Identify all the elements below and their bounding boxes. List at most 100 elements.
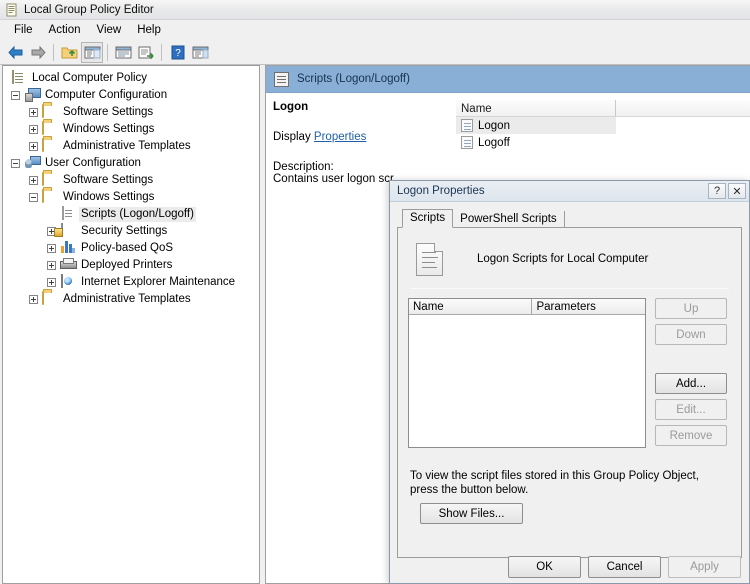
expand-toggle-icon[interactable] xyxy=(47,244,56,253)
console-icon xyxy=(5,3,19,17)
remove-button[interactable]: Remove xyxy=(655,425,727,446)
details-pane-header: Scripts (Logon/Logoff) xyxy=(266,66,750,93)
tree-item-label: Software Settings xyxy=(63,174,154,186)
tree-item-label: Scripts (Logon/Logoff) xyxy=(79,207,196,222)
scripts-tab-panel: Logon Scripts for Local Computer Name Pa… xyxy=(397,228,742,558)
script-icon xyxy=(60,205,76,223)
column-header-blank[interactable] xyxy=(616,100,750,116)
user-icon xyxy=(24,156,40,172)
close-icon[interactable]: ✕ xyxy=(728,183,746,199)
add-button[interactable]: Add... xyxy=(655,373,727,394)
help-button[interactable]: ? xyxy=(166,42,188,63)
up-folder-button[interactable] xyxy=(58,42,80,63)
menu-action[interactable]: Action xyxy=(41,22,89,38)
forward-button[interactable] xyxy=(27,42,49,63)
up-folder-icon xyxy=(61,47,77,58)
menu-view[interactable]: View xyxy=(89,22,130,38)
dialog-titlebar[interactable]: Logon Properties ? ✕ xyxy=(390,181,749,202)
description-label: Description: xyxy=(273,161,334,173)
printer-icon xyxy=(60,258,76,274)
local-group-policy-editor-window: Local Group Policy Editor File Action Vi… xyxy=(0,0,750,584)
script-icon xyxy=(274,71,289,87)
properties-link[interactable]: Properties xyxy=(314,131,366,143)
properties-icon xyxy=(115,46,131,58)
tree-item-label: Software Settings xyxy=(63,106,154,118)
expand-toggle-icon[interactable] xyxy=(29,142,38,151)
column-header-name[interactable]: Name xyxy=(456,100,616,116)
down-button[interactable]: Down xyxy=(655,324,727,345)
tab-powershell-scripts[interactable]: PowerShell Scripts xyxy=(453,211,565,227)
window-title: Local Group Policy Editor xyxy=(24,3,154,16)
script-icon xyxy=(461,119,473,132)
tab-scripts[interactable]: Scripts xyxy=(402,209,454,228)
export-list-button[interactable] xyxy=(135,42,157,63)
list-item-label: Logon xyxy=(478,119,510,132)
list-item[interactable]: Logoff xyxy=(456,134,750,151)
menu-bar: File Action View Help xyxy=(0,20,750,40)
document-script-icon xyxy=(416,242,443,276)
right-arrow-icon xyxy=(31,45,46,59)
ie-icon xyxy=(60,273,76,291)
tree-item-label: Administrative Templates xyxy=(63,293,191,305)
back-button[interactable] xyxy=(4,42,26,63)
collapse-toggle-icon[interactable] xyxy=(29,193,38,202)
edit-button[interactable]: Edit... xyxy=(655,399,727,420)
toolbar-separator-1 xyxy=(53,43,54,61)
folder-icon xyxy=(42,137,58,155)
display-label: Display xyxy=(273,131,311,143)
details-pane-title: Scripts (Logon/Logoff) xyxy=(297,73,410,85)
tree-item-scripts-logon-logoff[interactable]: Scripts (Logon/Logoff) xyxy=(7,205,259,223)
expand-toggle-icon[interactable] xyxy=(47,278,56,287)
tree-item-local-computer-policy[interactable]: Local Computer Policy xyxy=(7,69,259,87)
console-tree-pane[interactable]: Local Computer Policy Computer Configura… xyxy=(2,65,260,584)
cancel-button[interactable]: Cancel xyxy=(588,556,661,578)
list-column-headers: Name xyxy=(456,100,750,117)
tree-item-label: Windows Settings xyxy=(63,123,155,135)
tree-item-label: Deployed Printers xyxy=(81,259,173,271)
show-files-button[interactable]: Show Files... xyxy=(420,503,523,524)
tree-item-policy-based-qos[interactable]: Policy-based QoS xyxy=(7,240,259,257)
script-icon xyxy=(461,136,473,149)
toolbar-separator-2 xyxy=(107,43,108,61)
menu-file[interactable]: File xyxy=(6,22,41,38)
help-question-icon: ? xyxy=(171,45,184,59)
up-button[interactable]: Up xyxy=(655,298,727,319)
tree-item-label: Administrative Templates xyxy=(63,140,191,152)
tree-item-security-settings[interactable]: Security Settings xyxy=(7,222,259,240)
list-item[interactable]: Logon xyxy=(456,117,616,134)
computer-icon xyxy=(24,88,40,104)
script-list-box[interactable]: Name Parameters xyxy=(408,298,646,448)
tree-item-label: Computer Configuration xyxy=(45,89,168,101)
console-icon xyxy=(11,69,27,87)
tree-pane-icon xyxy=(84,46,100,58)
tree-item-deployed-printers[interactable]: Deployed Printers xyxy=(7,257,259,274)
column-header-name[interactable]: Name xyxy=(409,299,533,315)
dialog-title: Logon Properties xyxy=(397,185,485,197)
menu-help[interactable]: Help xyxy=(129,22,169,38)
ok-button[interactable]: OK xyxy=(508,556,581,578)
tree-item-uc-administrative-templates[interactable]: Administrative Templates xyxy=(7,290,259,308)
dialog-help-button[interactable]: ? xyxy=(708,183,726,199)
action-pane-icon xyxy=(192,46,208,58)
expand-toggle-icon[interactable] xyxy=(29,108,38,117)
collapse-toggle-icon[interactable] xyxy=(11,91,20,100)
show-hide-tree-button[interactable] xyxy=(81,41,103,63)
expand-toggle-icon[interactable] xyxy=(29,295,38,304)
expand-toggle-icon[interactable] xyxy=(29,125,38,134)
script-header-title: Logon Scripts for Local Computer xyxy=(477,253,649,265)
window-titlebar: Local Group Policy Editor xyxy=(0,0,750,20)
tree-item-label: Local Computer Policy xyxy=(32,72,148,84)
tree-item-uc-windows-settings[interactable]: Windows Settings xyxy=(7,188,259,206)
apply-button[interactable]: Apply xyxy=(668,556,741,578)
script-action-buttons: Up Down Add... Edit... Remove xyxy=(655,298,727,451)
column-header-parameters[interactable]: Parameters xyxy=(532,299,645,315)
tree-item-cc-administrative-templates[interactable]: Administrative Templates xyxy=(7,137,259,155)
collapse-toggle-icon[interactable] xyxy=(11,159,20,168)
properties-button[interactable] xyxy=(112,42,134,63)
policy-tree: Local Computer Policy Computer Configura… xyxy=(3,66,259,308)
show-hide-action-pane-button[interactable] xyxy=(189,42,211,63)
tree-item-label: Security Settings xyxy=(81,225,168,237)
expand-toggle-icon[interactable] xyxy=(29,176,38,185)
expand-toggle-icon[interactable] xyxy=(47,261,56,270)
qos-chart-icon xyxy=(60,240,76,257)
